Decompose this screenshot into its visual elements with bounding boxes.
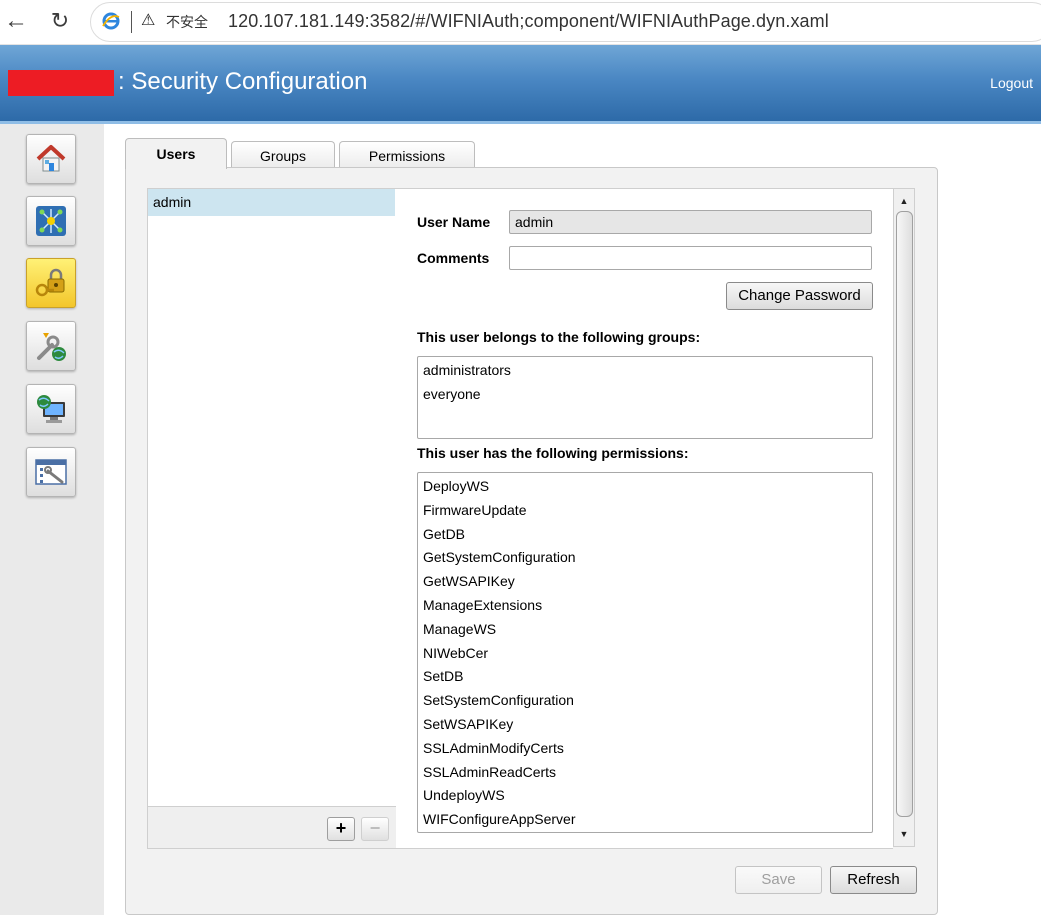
app-header: : Security Configuration Logout: [0, 45, 1041, 124]
list-item[interactable]: WIFConfigureAppServer: [418, 808, 872, 832]
list-item[interactable]: GetWSAPIKey: [418, 570, 872, 594]
list-item[interactable]: DeployWS: [418, 475, 872, 499]
tab-users[interactable]: Users: [125, 138, 227, 169]
permissions-heading: This user has the following permissions:: [417, 445, 689, 461]
list-item[interactable]: SetSystemConfiguration: [418, 689, 872, 713]
save-button[interactable]: Save: [735, 866, 822, 894]
back-arrow-icon[interactable]: ←: [2, 8, 30, 36]
list-item[interactable]: ManageExtensions: [418, 594, 872, 618]
scroll-up-arrow-icon[interactable]: ▲: [894, 191, 914, 211]
user-list: admin + −: [147, 188, 398, 849]
tab-permissions[interactable]: Permissions: [339, 141, 475, 168]
sidebar-item-remote[interactable]: [26, 384, 76, 434]
comments-field[interactable]: [509, 246, 872, 270]
internet-explorer-icon: [102, 12, 120, 30]
username-label: User Name: [417, 214, 491, 230]
list-item[interactable]: admin: [148, 189, 395, 216]
page-title: : Security Configuration: [118, 68, 368, 95]
scrollbar-thumb[interactable]: [896, 211, 913, 817]
username-field[interactable]: [509, 210, 872, 234]
list-item[interactable]: SetWSAPIKey: [418, 713, 872, 737]
list-item[interactable]: SetDB: [418, 665, 872, 689]
computer-globe-icon: [37, 395, 65, 423]
permissions-list: DeployWS FirmwareUpdate GetDB GetSystemC…: [417, 472, 873, 833]
list-item[interactable]: NIWebCer: [418, 642, 872, 666]
sidebar-item-settings[interactable]: [26, 447, 76, 497]
list-item[interactable]: ManageWS: [418, 618, 872, 642]
security-status: 不安全: [166, 15, 208, 31]
address-bar[interactable]: ⚠ 不安全 120.107.181.149:3582/#/WIFNIAuth;c…: [90, 2, 1041, 42]
sidebar-item-security[interactable]: [26, 258, 76, 308]
details-scrollbar[interactable]: ▲ ▼: [893, 188, 915, 847]
address-divider: [131, 11, 132, 33]
sidebar-item-network[interactable]: [26, 196, 76, 246]
home-icon: [36, 145, 66, 172]
list-item[interactable]: everyone: [418, 383, 872, 407]
groups-heading: This user belongs to the following group…: [417, 329, 701, 345]
add-user-button[interactable]: +: [327, 817, 355, 841]
list-item[interactable]: SSLAdminReadCerts: [418, 761, 872, 785]
user-list-footer: + −: [148, 806, 397, 848]
warning-icon: ⚠: [141, 12, 156, 29]
browser-toolbar: ← ↻ ⚠ 不安全 120.107.181.149:3582/#/WIFNIAu…: [0, 0, 1041, 45]
settings-window-icon: [35, 459, 67, 485]
list-item[interactable]: GetSystemConfiguration: [418, 546, 872, 570]
refresh-button[interactable]: Refresh: [830, 866, 917, 894]
tab-groups[interactable]: Groups: [231, 141, 335, 168]
list-item[interactable]: FirmwareUpdate: [418, 499, 872, 523]
url-text[interactable]: 120.107.181.149:3582/#/WIFNIAuth;compone…: [228, 11, 829, 32]
groups-list: administrators everyone: [417, 356, 873, 439]
comments-label: Comments: [417, 250, 490, 266]
security-lock-icon: [35, 268, 65, 297]
reload-icon[interactable]: ↻: [46, 8, 74, 36]
scroll-down-arrow-icon[interactable]: ▼: [894, 824, 914, 844]
network-icon: [36, 206, 66, 236]
list-item[interactable]: administrators: [418, 359, 872, 383]
redacted-app-name: [8, 70, 114, 96]
logout-link[interactable]: Logout: [990, 75, 1033, 91]
sidebar-item-tools[interactable]: [26, 321, 76, 371]
list-item[interactable]: SSLAdminModifyCerts: [418, 737, 872, 761]
tools-globe-icon: [37, 333, 66, 361]
remove-user-button[interactable]: −: [361, 817, 389, 841]
sidebar-item-home[interactable]: [26, 134, 76, 184]
change-password-button[interactable]: Change Password: [726, 282, 873, 310]
list-item[interactable]: UndeployWS: [418, 784, 872, 808]
list-item[interactable]: GetDB: [418, 523, 872, 547]
